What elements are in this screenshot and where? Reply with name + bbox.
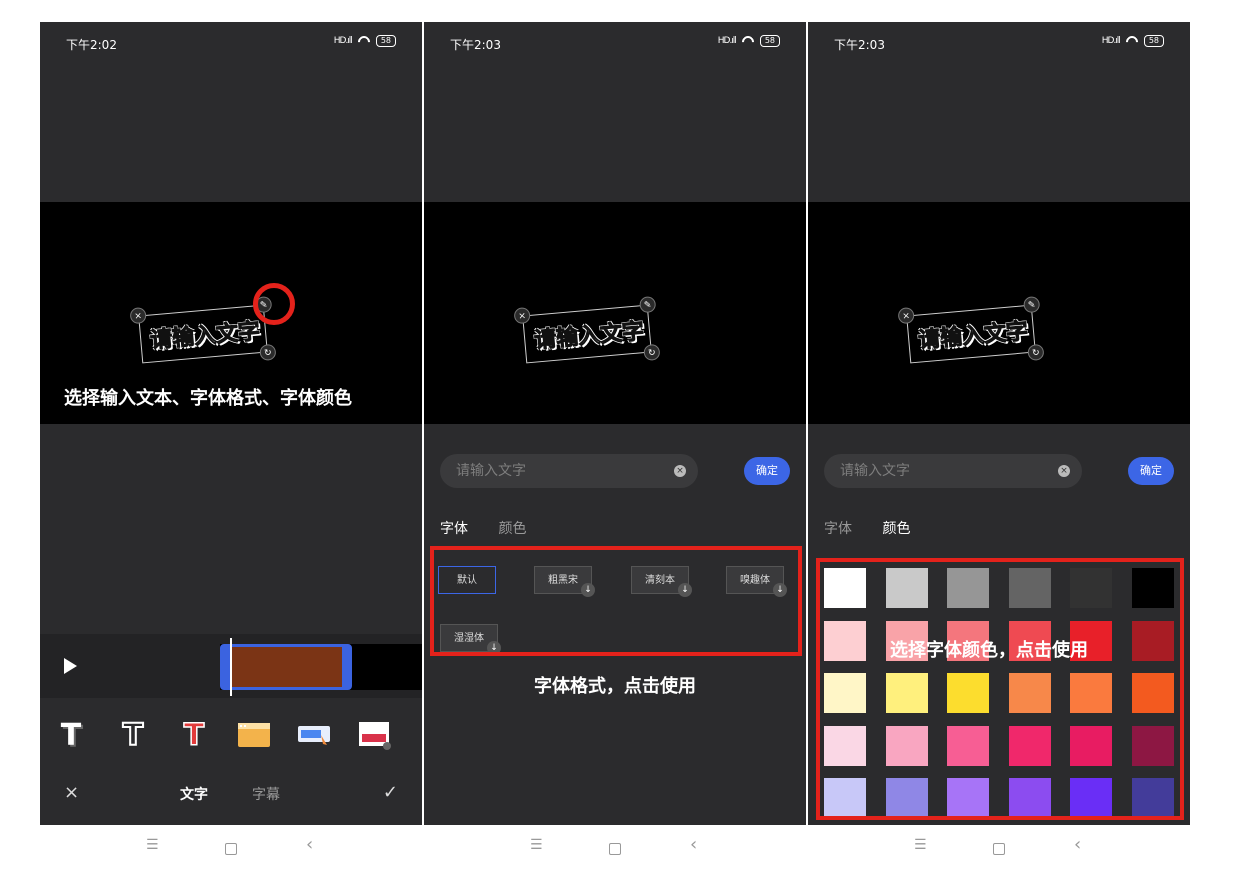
sticker-rotate-icon[interactable]: ↻	[259, 343, 277, 362]
status-bar: 下午2:03 HD.ıll 58	[424, 34, 806, 52]
text-input[interactable]: 请输入文字 ×	[824, 454, 1082, 488]
video-preview: 请输入文字 × ✎ ↻	[424, 202, 806, 424]
editor-bottom-bar: × 文字 字幕 ✓	[40, 782, 422, 804]
timeline	[40, 634, 422, 698]
clear-icon[interactable]: ×	[1058, 465, 1070, 477]
system-nav-bar: ☰ ‹	[424, 825, 806, 880]
text-style-bubble-icon[interactable]	[297, 718, 331, 752]
phone-screen-text-editor: 下午2:02 HD.ıll 58 请输入文字 × ✎ ↻ 选择输入文本、字体格式…	[40, 22, 422, 880]
wifi-icon	[1125, 36, 1139, 46]
playhead[interactable]	[230, 638, 232, 696]
format-tabs: 字体 颜色	[440, 518, 552, 538]
battery-icon: 58	[375, 35, 396, 47]
menu-icon[interactable]: ☰	[146, 837, 159, 853]
highlight-box	[430, 546, 802, 656]
text-style-outline-icon[interactable]: T	[116, 717, 150, 754]
text-style-banner-icon[interactable]	[237, 718, 271, 752]
home-icon[interactable]	[609, 843, 621, 859]
clear-icon[interactable]: ×	[674, 465, 686, 477]
input-placeholder: 请输入文字	[456, 463, 526, 479]
sticker-rotate-icon[interactable]: ↻	[643, 343, 661, 362]
text-input-row: 请输入文字 × 确定	[824, 454, 1174, 488]
confirm-icon[interactable]: ✓	[383, 782, 398, 803]
status-bar: 下午2:02 HD.ıll 58	[40, 34, 422, 52]
back-icon[interactable]: ‹	[306, 834, 313, 855]
tab-font[interactable]: 字体	[440, 521, 468, 537]
battery-icon: 58	[759, 35, 780, 47]
text-sticker[interactable]: 请输入文字 × ✎ ↻	[513, 295, 661, 364]
signal-icon: HD.ıll	[717, 36, 737, 46]
video-preview: 请输入文字 × ✎ ↻	[808, 202, 1190, 424]
status-bar: 下午2:03 HD.ıll 58	[808, 34, 1190, 52]
status-time: 下午2:03	[834, 38, 885, 52]
text-style-list: T T T	[40, 717, 422, 758]
home-icon[interactable]	[225, 843, 237, 859]
highlight-circle	[253, 283, 295, 325]
text-style-red-icon[interactable]: T	[177, 717, 211, 754]
phone-screen-font-format: 下午2:03 HD.ıll 58 请输入文字 × ✎ ↻ 请输入文字 × 确定 字…	[424, 22, 806, 880]
tab-color[interactable]: 颜色	[498, 521, 526, 537]
text-style-shadow-icon[interactable]: T	[54, 718, 88, 753]
phone-screen-font-color: 下午2:03 HD.ıll 58 请输入文字 × ✎ ↻ 请输入文字 × 确定 字…	[808, 22, 1190, 880]
system-nav-bar: ☰ ‹	[808, 825, 1190, 880]
system-nav-bar: ☰ ‹	[40, 825, 422, 880]
back-icon[interactable]: ‹	[1074, 834, 1081, 855]
home-icon[interactable]	[993, 843, 1005, 859]
close-icon[interactable]: ×	[64, 782, 79, 803]
input-placeholder: 请输入文字	[840, 463, 910, 479]
sticker-edit-icon[interactable]: ✎	[639, 295, 657, 314]
tab-subtitle[interactable]: 字幕	[252, 784, 280, 804]
status-time: 下午2:02	[66, 38, 117, 52]
menu-icon[interactable]: ☰	[530, 837, 543, 853]
confirm-button[interactable]: 确定	[1128, 457, 1174, 485]
play-icon[interactable]	[64, 658, 77, 674]
format-tabs: 字体 颜色	[824, 518, 936, 538]
instruction-caption: 选择输入文本、字体格式、字体颜色	[64, 388, 352, 409]
signal-icon: HD.ıll	[333, 36, 353, 46]
battery-icon: 58	[1143, 35, 1164, 47]
confirm-button[interactable]: 确定	[744, 457, 790, 485]
instruction-caption: 选择字体颜色，点击使用	[890, 640, 1088, 661]
text-style-frame-icon[interactable]	[358, 718, 392, 752]
menu-icon[interactable]: ☰	[914, 837, 927, 853]
timeline-track	[220, 638, 422, 696]
tab-text[interactable]: 文字	[180, 784, 208, 804]
highlight-box	[816, 558, 1184, 820]
video-clip[interactable]	[220, 644, 352, 690]
wifi-icon	[357, 36, 371, 46]
tab-font[interactable]: 字体	[824, 521, 852, 537]
signal-icon: HD.ıll	[1101, 36, 1121, 46]
text-sticker[interactable]: 请输入文字 × ✎ ↻	[129, 295, 277, 364]
text-sticker[interactable]: 请输入文字 × ✎ ↻	[897, 295, 1045, 364]
wifi-icon	[741, 36, 755, 46]
text-input-row: 请输入文字 × 确定	[440, 454, 790, 488]
tab-color[interactable]: 颜色	[882, 521, 910, 537]
instruction-caption: 字体格式，点击使用	[534, 676, 696, 697]
back-icon[interactable]: ‹	[690, 834, 697, 855]
sticker-rotate-icon[interactable]: ↻	[1027, 343, 1045, 362]
sticker-edit-icon[interactable]: ✎	[1023, 295, 1041, 314]
text-input[interactable]: 请输入文字 ×	[440, 454, 698, 488]
status-time: 下午2:03	[450, 38, 501, 52]
